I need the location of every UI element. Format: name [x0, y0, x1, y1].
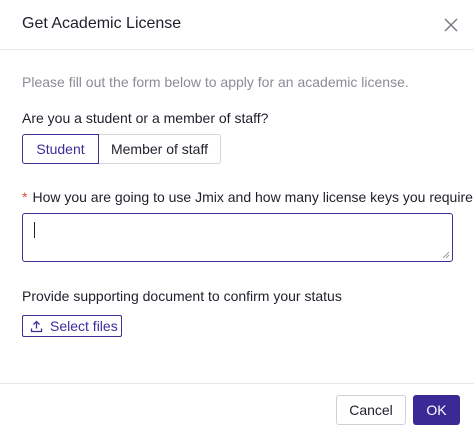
role-option-student[interactable]: Student	[22, 134, 99, 164]
select-files-button[interactable]: Select files	[22, 315, 122, 337]
ok-button[interactable]: OK	[413, 395, 460, 425]
close-icon	[444, 18, 458, 32]
role-option-staff[interactable]: Member of staff	[98, 134, 221, 164]
resize-handle-icon[interactable]	[442, 251, 450, 259]
cancel-button[interactable]: Cancel	[336, 395, 406, 425]
text-caret	[34, 222, 35, 238]
usage-field-label-text: How you are going to use Jmix and how ma…	[32, 189, 473, 205]
usage-field-label: * How you are going to use Jmix and how m…	[22, 189, 473, 205]
role-option-student-label: Student	[36, 141, 85, 157]
academic-license-dialog: Get Academic License Please fill out the…	[0, 0, 474, 432]
upload-icon	[30, 320, 43, 332]
usage-textarea[interactable]	[22, 213, 453, 262]
cancel-button-label: Cancel	[349, 402, 393, 418]
required-mark: *	[22, 189, 28, 205]
dialog-footer: Cancel OK	[0, 383, 474, 432]
dialog-header: Get Academic License	[0, 0, 474, 50]
form-intro-text: Please fill out the form below to apply …	[22, 74, 409, 90]
dialog-title: Get Academic License	[22, 15, 182, 32]
document-field-label: Provide supporting document to confirm y…	[22, 288, 342, 304]
close-button[interactable]	[438, 12, 464, 38]
role-question-label: Are you a student or a member of staff?	[22, 110, 269, 126]
select-files-label: Select files	[50, 318, 118, 334]
role-option-staff-label: Member of staff	[110, 141, 208, 157]
ok-button-label: OK	[426, 402, 447, 418]
